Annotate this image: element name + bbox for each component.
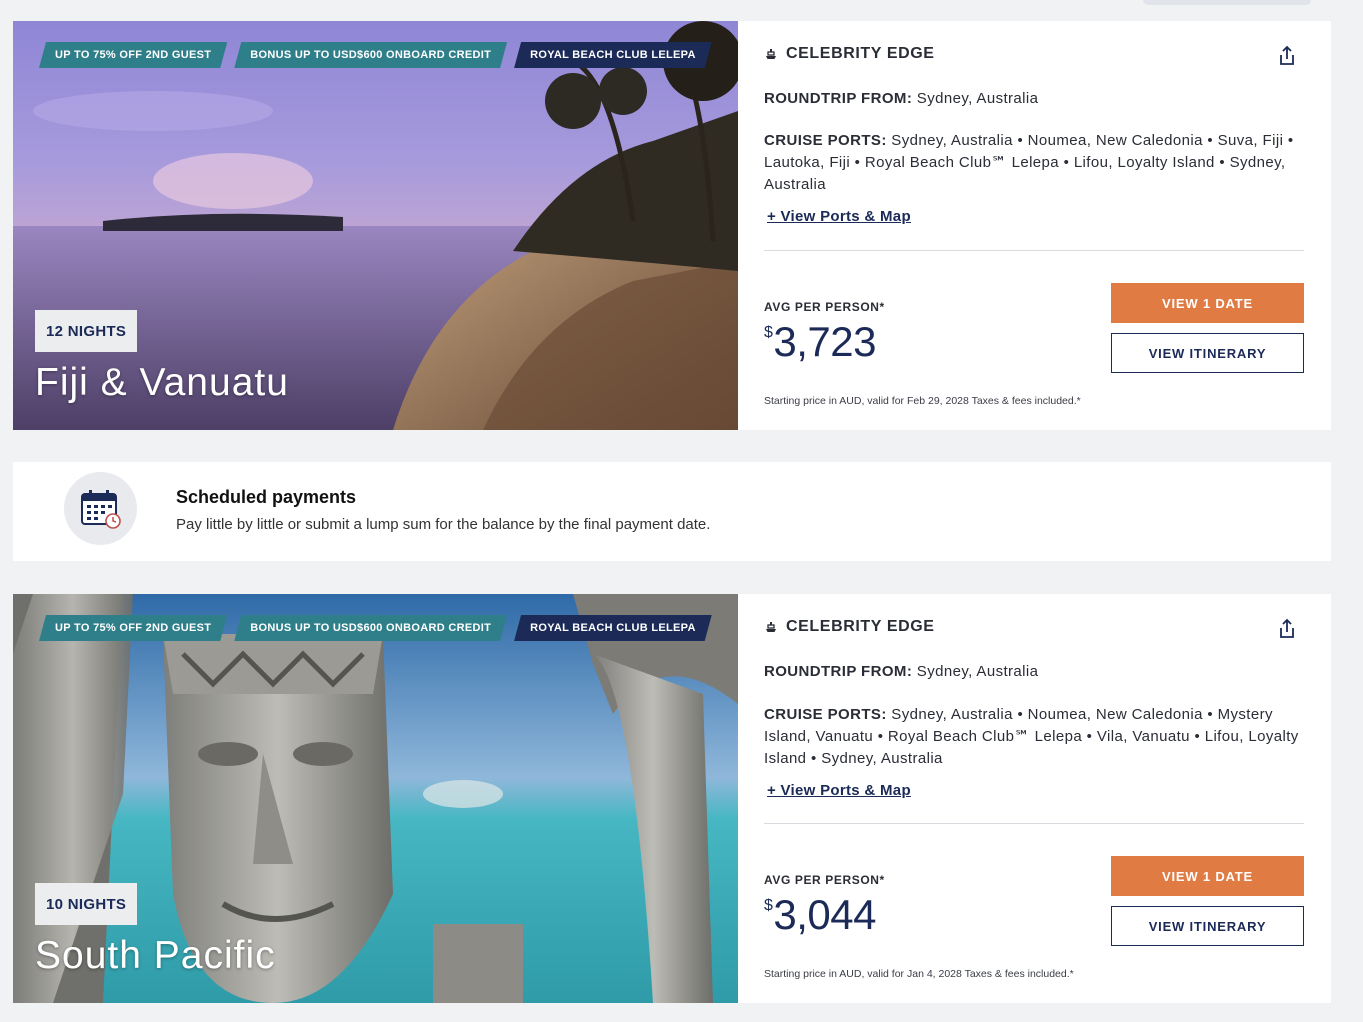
banner-title: Scheduled payments — [176, 487, 357, 507]
ship-name-text: CELEBRITY EDGE — [786, 618, 935, 635]
promo-ribbon: BONUS UP TO USD$600 ONBOARD CREDIT — [234, 615, 507, 641]
roundtrip-label: ROUNDTRIP FROM: — [764, 663, 913, 680]
view-dates-button[interactable]: VIEW 1 DATE — [1111, 856, 1304, 896]
ship-icon — [766, 49, 776, 59]
divider — [764, 823, 1304, 824]
avg-per-person-label: AVG PER PERSON* — [764, 873, 885, 887]
calendar-clock-icon — [80, 489, 121, 529]
view-ports-map-link[interactable]: + View Ports & Map — [767, 782, 911, 799]
avg-per-person-label: AVG PER PERSON* — [764, 300, 885, 314]
promo-ribbons: UP TO 75% OFF 2ND GUEST BONUS UP TO USD$… — [39, 615, 712, 641]
divider — [764, 250, 1304, 251]
roundtrip-line: ROUNDTRIP FROM: Sydney, Australia — [764, 88, 1304, 110]
roundtrip-label: ROUNDTRIP FROM: — [764, 90, 913, 107]
view-dates-button[interactable]: VIEW 1 DATE — [1111, 283, 1304, 323]
share-icon[interactable] — [1277, 45, 1297, 67]
currency-symbol: $ — [764, 897, 773, 914]
roundtrip-line: ROUNDTRIP FROM: Sydney, Australia — [764, 661, 1304, 683]
share-icon[interactable] — [1277, 618, 1297, 640]
promo-ribbons: UP TO 75% OFF 2ND GUEST BONUS UP TO USD$… — [39, 42, 712, 68]
ports-label: CRUISE PORTS: — [764, 132, 887, 149]
banner-text: Pay little by little or submit a lump su… — [176, 516, 711, 533]
promo-ribbon: ROYAL BEACH CLUB LELEPA — [514, 42, 712, 68]
ship-name: CELEBRITY EDGE — [764, 45, 935, 63]
top-pill — [1143, 0, 1311, 5]
cruise-card-fiji-vanuatu: UP TO 75% OFF 2ND GUEST BONUS UP TO USD$… — [13, 21, 1331, 430]
calendar-icon-wrap — [64, 472, 137, 545]
currency-symbol: $ — [764, 324, 773, 341]
price-fine-print: Starting price in AUD, valid for Feb 29,… — [764, 395, 1081, 407]
promo-ribbon: UP TO 75% OFF 2ND GUEST — [39, 42, 227, 68]
cruise-image[interactable]: UP TO 75% OFF 2ND GUEST BONUS UP TO USD$… — [13, 594, 738, 1003]
view-itinerary-button[interactable]: VIEW ITINERARY — [1111, 906, 1304, 946]
price-fine-print: Starting price in AUD, valid for Jan 4, … — [764, 968, 1074, 980]
ship-name-text: CELEBRITY EDGE — [786, 45, 935, 62]
price-value: 3,044 — [773, 891, 877, 938]
ship-icon — [766, 622, 776, 632]
ports-line: CRUISE PORTS: Sydney, Australia • Noumea… — [764, 130, 1304, 196]
nights-badge: 12 NIGHTS — [35, 310, 138, 352]
cruise-info: CELEBRITY EDGE ROUNDTRIP FROM: Sydney, A… — [738, 594, 1331, 1003]
promo-ribbon: UP TO 75% OFF 2ND GUEST — [39, 615, 227, 641]
destination-title[interactable]: South Pacific — [35, 934, 276, 978]
price: $ 3,044 — [764, 891, 877, 939]
promo-ribbon: BONUS UP TO USD$600 ONBOARD CREDIT — [234, 42, 507, 68]
roundtrip-value: Sydney, Australia — [916, 663, 1039, 680]
price-value: 3,723 — [773, 318, 877, 365]
ship-name: CELEBRITY EDGE — [764, 618, 935, 636]
nights-badge: 10 NIGHTS — [35, 883, 138, 925]
destination-title[interactable]: Fiji & Vanuatu — [35, 361, 289, 405]
scheduled-payments-banner: Scheduled payments Pay little by little … — [13, 462, 1331, 561]
promo-ribbon: ROYAL BEACH CLUB LELEPA — [514, 615, 712, 641]
cruise-image[interactable]: UP TO 75% OFF 2ND GUEST BONUS UP TO USD$… — [13, 21, 738, 430]
ports-label: CRUISE PORTS: — [764, 706, 887, 723]
cruise-card-south-pacific: UP TO 75% OFF 2ND GUEST BONUS UP TO USD$… — [13, 594, 1331, 1003]
view-ports-map-link[interactable]: + View Ports & Map — [767, 208, 911, 225]
price: $ 3,723 — [764, 318, 877, 366]
roundtrip-value: Sydney, Australia — [916, 90, 1039, 107]
ports-line: CRUISE PORTS: Sydney, Australia • Noumea… — [764, 704, 1304, 770]
view-itinerary-button[interactable]: VIEW ITINERARY — [1111, 333, 1304, 373]
cruise-info: CELEBRITY EDGE ROUNDTRIP FROM: Sydney, A… — [738, 21, 1331, 430]
